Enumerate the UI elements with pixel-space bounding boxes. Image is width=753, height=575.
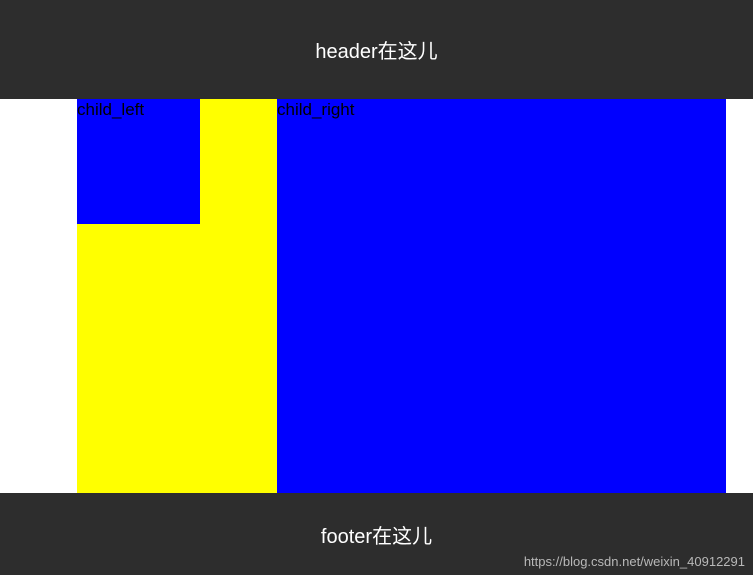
footer-title: footer在这儿 [321, 520, 432, 549]
main-content: child_left child_right [0, 99, 753, 493]
footer-bar: footer在这儿 https://blog.csdn.net/weixin_4… [0, 493, 753, 575]
child-left-box: child_left [77, 99, 200, 224]
child-right-box: child_right [277, 99, 726, 493]
child-right-label: child_right [277, 100, 355, 119]
watermark-text: https://blog.csdn.net/weixin_40912291 [524, 554, 745, 569]
header-title: header在这儿 [315, 35, 437, 64]
child-left-label: child_left [77, 100, 144, 119]
header-bar: header在这儿 [0, 0, 753, 99]
